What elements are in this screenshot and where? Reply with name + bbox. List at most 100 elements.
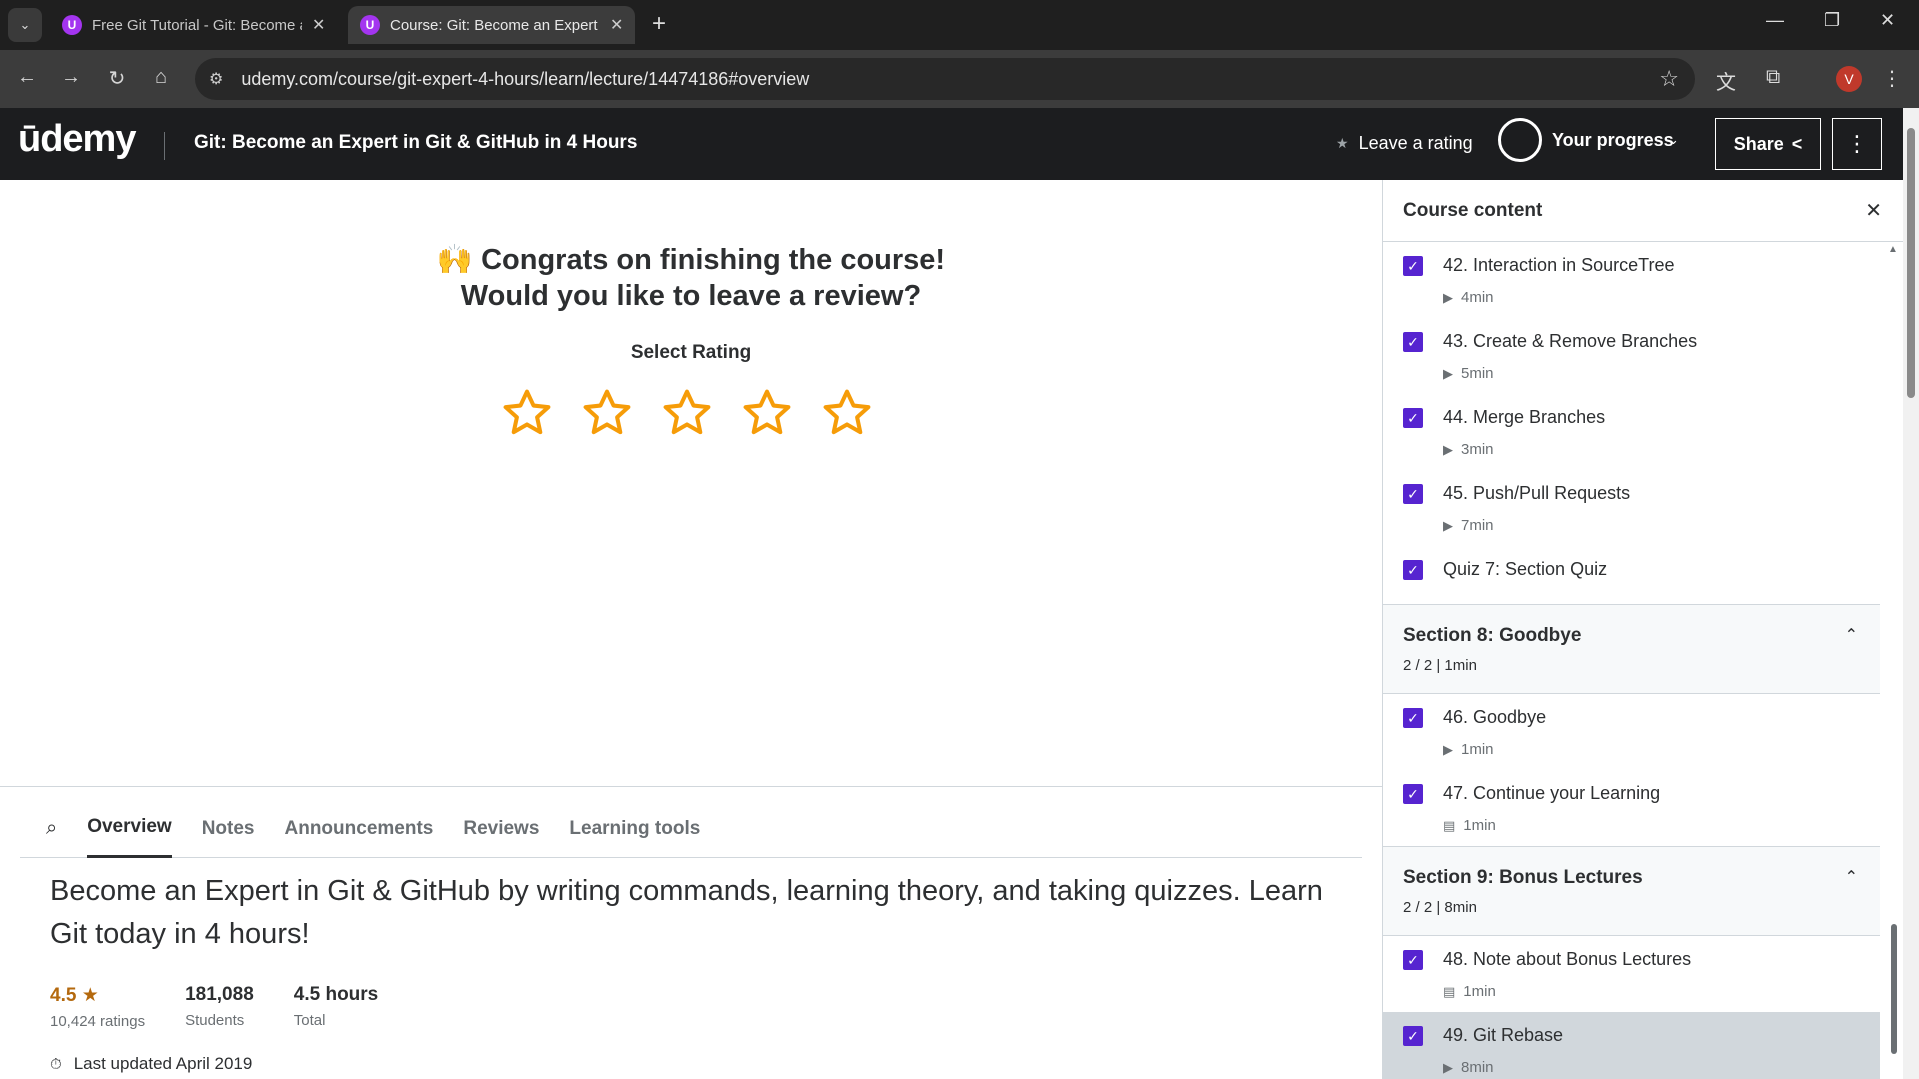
lecture-meta: ▶ 5min (1443, 365, 1494, 382)
main-content: 🙌 Congrats on finishing the course! Woul… (0, 180, 1382, 1079)
share-button[interactable]: Share < (1715, 118, 1821, 170)
address-bar[interactable]: ⚙ udemy.com/course/git-expert-4-hours/le… (195, 58, 1695, 100)
tab-learning-tools[interactable]: Learning tools (569, 800, 700, 858)
section-header[interactable]: Section 8: Goodbye 2 / 2 | 1min ⌃ (1383, 604, 1880, 694)
chevron-down-icon[interactable]: ⌄ (1668, 132, 1679, 148)
close-icon[interactable]: ✕ (1865, 198, 1882, 223)
course-content-sidebar: Course content ✕ ✓ 42. Interaction in Sou… (1382, 180, 1903, 1079)
chevron-up-icon[interactable]: ⌃ (1845, 867, 1858, 887)
lecture-title: 42. Interaction in SourceTree (1443, 255, 1675, 275)
translate-icon[interactable]: 文 (1716, 66, 1736, 95)
tab-announcements[interactable]: Announcements (285, 800, 434, 858)
scrollbar-thumb[interactable] (1891, 924, 1897, 1054)
video-icon: ▶ (1443, 289, 1453, 305)
udemy-favicon-icon: U (62, 15, 82, 35)
close-tab-icon[interactable]: ✕ (610, 15, 623, 35)
completed-checkbox[interactable]: ✓ (1403, 408, 1423, 428)
share-label: Share (1733, 133, 1784, 154)
rating-star-icon[interactable] (740, 386, 794, 440)
sidebar-title: Course content (1403, 199, 1543, 221)
completed-checkbox[interactable]: ✓ (1403, 484, 1423, 504)
course-stats: 4.5 ★ 10,424 ratings 181,088 Students 4.… (50, 984, 378, 1030)
course-headline: Become an Expert in Git & GitHub by writ… (50, 875, 1323, 950)
lecture-meta: ▶ 4min (1443, 289, 1494, 306)
section-header[interactable]: Section 9: Bonus Lectures 2 / 2 | 8min ⌃ (1383, 846, 1880, 936)
lecture-item[interactable]: ✓ 48. Note about Bonus Lectures ▤ 1min (1383, 936, 1880, 1012)
rating-star-icon[interactable] (820, 386, 874, 440)
completed-checkbox[interactable]: ✓ (1403, 708, 1423, 728)
more-options-button[interactable]: ⋮ (1832, 118, 1882, 170)
lecture-item[interactable]: ✓ 45. Push/Pull Requests ▶ 7min (1383, 470, 1880, 546)
back-icon[interactable]: ← (14, 66, 40, 89)
article-icon: ▤ (1443, 983, 1456, 999)
tab-notes[interactable]: Notes (202, 800, 255, 858)
url-text: udemy.com/course/git-expert-4-hours/lear… (241, 68, 810, 89)
course-title[interactable]: Git: Become an Expert in Git & GitHub in… (194, 132, 637, 154)
video-icon: ▶ (1443, 365, 1453, 381)
home-icon[interactable]: ⌂ (148, 66, 174, 89)
search-icon[interactable]: ⌕ (46, 817, 57, 840)
completed-checkbox[interactable]: ✓ (1403, 256, 1423, 276)
lecture-meta: ▶ 1min (1443, 741, 1494, 758)
rating-star-icon[interactable] (500, 386, 554, 440)
browser-tab-active[interactable]: U Course: Git: Become an Expert in ✕ (348, 6, 636, 44)
students-value: 181,088 (185, 984, 254, 1005)
rating-star-icon[interactable] (660, 386, 714, 440)
last-updated-text: Last updated April 2019 (73, 1054, 253, 1073)
tab-reviews[interactable]: Reviews (463, 800, 539, 858)
site-info-icon[interactable]: ⚙ (209, 69, 223, 89)
completed-checkbox[interactable]: ✓ (1403, 1026, 1423, 1046)
lecture-item[interactable]: ✓ 44. Merge Branches ▶ 3min (1383, 394, 1880, 470)
course-header: ūdemy Git: Become an Expert in Git & Git… (0, 108, 1903, 180)
students-label: Students (185, 1012, 245, 1029)
profile-avatar[interactable]: V (1836, 66, 1862, 92)
chevron-up-icon[interactable]: ⌃ (1845, 625, 1858, 645)
completed-checkbox[interactable]: ✓ (1403, 332, 1423, 352)
browser-menu-icon[interactable]: ⋮ (1882, 66, 1902, 91)
minimize-icon[interactable]: — (1766, 10, 1784, 31)
forward-icon[interactable]: → (58, 66, 84, 89)
lecture-item[interactable]: ✓ 42. Interaction in SourceTree ▶ 4min (1383, 242, 1880, 318)
page-scrollbar[interactable] (1903, 108, 1919, 1079)
restore-icon[interactable]: ❐ (1824, 10, 1840, 31)
scrollbar-thumb[interactable] (1907, 128, 1915, 398)
tab-overview[interactable]: Overview (87, 800, 172, 858)
completed-checkbox[interactable]: ✓ (1403, 560, 1423, 580)
section-meta: 2 / 2 | 1min (1403, 657, 1477, 674)
your-progress-button[interactable]: Your progress (1552, 130, 1674, 151)
lecture-item[interactable]: ✓ 47. Continue your Learning ▤ 1min (1383, 770, 1880, 846)
select-rating-label: Select Rating (630, 342, 752, 363)
rating-star-icon[interactable] (580, 386, 634, 440)
quiz-item[interactable]: ✓ Quiz 7: Section Quiz (1383, 546, 1880, 604)
bookmark-star-icon[interactable]: ☆ (1659, 66, 1679, 92)
tab-title: Free Git Tutorial - Git: Become a (92, 16, 302, 34)
lecture-meta: ▶ 7min (1443, 517, 1494, 534)
progress-ring-icon[interactable] (1498, 118, 1542, 162)
browser-tab[interactable]: U Free Git Tutorial - Git: Become a ✕ (50, 6, 337, 44)
hours-value: 4.5 hours (293, 984, 379, 1005)
lecture-item[interactable]: ✓ 46. Goodbye ▶ 1min (1383, 694, 1880, 770)
reload-icon[interactable]: ↻ (104, 66, 130, 91)
lecture-item[interactable]: ✓ 43. Create & Remove Branches ▶ 5min (1383, 318, 1880, 394)
last-updated: ⏱ Last updated April 2019 (50, 1054, 252, 1074)
close-tab-icon[interactable]: ✕ (312, 15, 325, 35)
new-tab-icon[interactable]: + (652, 10, 666, 38)
congrats-message: 🙌 Congrats on finishing the course! Woul… (0, 242, 1382, 314)
completed-checkbox[interactable]: ✓ (1403, 784, 1423, 804)
tab-search-button[interactable]: ⌄ (8, 8, 42, 42)
completed-checkbox[interactable]: ✓ (1403, 950, 1423, 970)
extensions-icon[interactable]: ⧉ (1766, 66, 1780, 89)
rating-count: 10,424 ratings (50, 1013, 146, 1030)
article-icon: ▤ (1443, 817, 1456, 833)
udemy-logo[interactable]: ūdemy (18, 118, 136, 161)
quiz-title: Quiz 7: Section Quiz (1443, 559, 1608, 579)
leave-rating-button[interactable]: ★ Leave a rating (1336, 133, 1473, 154)
scroll-up-icon[interactable]: ▲ (1888, 244, 1898, 255)
sidebar-scrollbar[interactable]: ▲ (1888, 244, 1900, 1079)
lecture-item[interactable]: ✓ 49. Git Rebase ▶ 8min (1383, 1012, 1880, 1079)
lecture-meta: ▶ 3min (1443, 441, 1494, 458)
window-close-icon[interactable]: ✕ (1880, 10, 1895, 31)
lecture-title: 46. Goodbye (1443, 707, 1547, 727)
hours-label: Total (293, 1012, 326, 1029)
lecture-title: 49. Git Rebase (1443, 1025, 1564, 1045)
